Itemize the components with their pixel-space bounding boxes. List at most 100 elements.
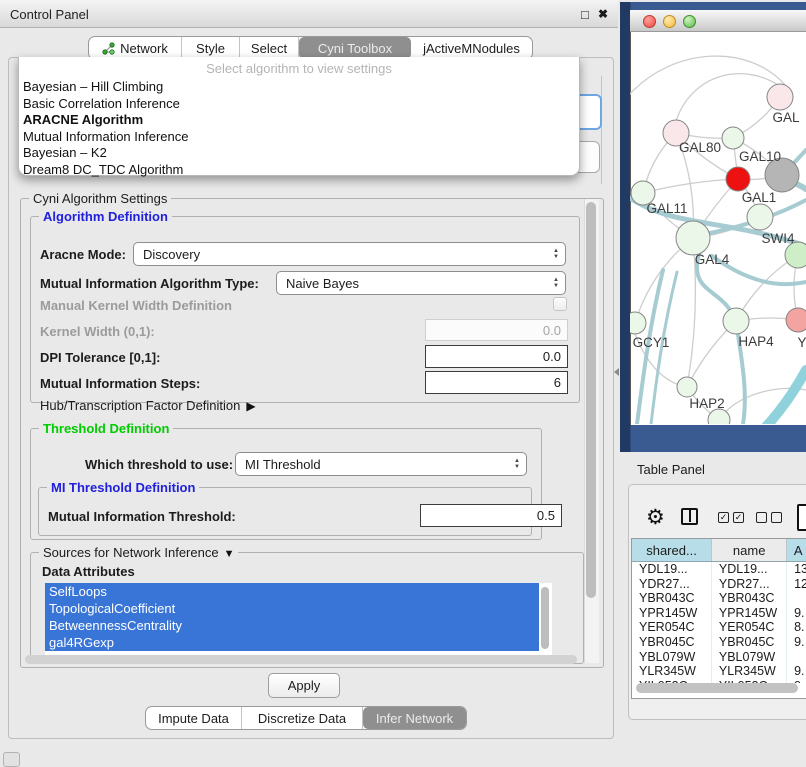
checked-box-icon: [718, 512, 729, 523]
select-all-columns-icon[interactable]: [718, 512, 744, 523]
attribute-item-topologicalcoefficient[interactable]: TopologicalCoefficient: [45, 600, 539, 617]
bottom-tab-label: Infer Network: [376, 711, 453, 726]
table-row[interactable]: YLR345WYLR345W9.: [632, 664, 806, 679]
algorithm-option-bayesian-hill-climbing[interactable]: Bayesian – Hill Climbing: [19, 79, 579, 96]
aracne-mode-select[interactable]: Discovery: [133, 242, 566, 266]
minimize-window-icon[interactable]: [663, 15, 676, 28]
unchecked-box-icon: [756, 512, 767, 523]
algorithm-option-aracne-algorithm[interactable]: ARACNE Algorithm: [19, 112, 579, 129]
table-row[interactable]: YPR145WYPR145W9.: [632, 606, 806, 621]
maximize-window-icon[interactable]: [683, 15, 696, 28]
table-cell: YBR043C: [632, 591, 712, 606]
table-cell: YPR145W: [632, 606, 712, 621]
algorithm-option-bayesian-k2[interactable]: Bayesian – K2: [19, 145, 579, 162]
table-settings-gear-icon[interactable]: [646, 505, 665, 530]
network-node-galtop[interactable]: [767, 84, 793, 110]
table-body: YDL19...YDL19...13YDR27...YDR27...12YBR0…: [632, 562, 806, 683]
close-window-icon[interactable]: [643, 15, 656, 28]
table-cell: YER054C: [632, 620, 712, 635]
groupbox-border-fragment: [601, 76, 602, 184]
network-node-label-gal10: GAL10: [739, 149, 781, 164]
attribute-item-selfloops[interactable]: SelfLoops: [45, 583, 539, 600]
network-node-gcy1[interactable]: [630, 312, 646, 334]
attribute-item-betweennesscentrality[interactable]: BetweennessCentrality: [45, 617, 539, 634]
mi-algorithm-type-label: Mutual Information Algorithm Type:: [40, 276, 259, 291]
table-cell: [787, 591, 806, 606]
tab-label: Cyni Toolbox: [318, 41, 392, 56]
tab-select[interactable]: Select: [240, 37, 299, 59]
network-canvas[interactable]: GALGAL80GAL10GAL1GAL11SWI4GAL4GCY1HAP4YH…: [630, 32, 806, 424]
network-node-label-galtop: GAL: [772, 110, 800, 125]
network-node-y_node[interactable]: [786, 308, 806, 332]
manual-kernel-width-checkbox[interactable]: [553, 297, 567, 311]
tab-jactivemnodules[interactable]: jActiveMNodules: [411, 37, 532, 59]
algorithm-definition-legend: Algorithm Definition: [39, 209, 172, 224]
close-panel-icon[interactable]: ✖: [598, 7, 608, 21]
mi-steps-value: 6: [554, 375, 561, 390]
column-header-name[interactable]: name: [712, 539, 787, 561]
mi-steps-field[interactable]: 6: [425, 371, 568, 394]
table-row[interactable]: YDL19...YDL19...13: [632, 562, 806, 577]
tab-style[interactable]: Style: [182, 37, 240, 59]
network-node-gal1[interactable]: [726, 167, 750, 191]
unselect-all-columns-icon[interactable]: [756, 512, 782, 523]
aracne-mode-label: Aracne Mode:: [40, 247, 126, 262]
hub-transcription-factor-expander[interactable]: Hub/Transcription Factor Definition: [40, 398, 256, 413]
network-node-label-gal4: GAL4: [695, 252, 730, 267]
table-row[interactable]: YBR043CYBR043C: [632, 591, 806, 606]
mi-threshold-field[interactable]: 0.5: [420, 504, 562, 527]
bottom-tab-infer-network[interactable]: Infer Network: [363, 707, 466, 729]
split-table-panel-icon[interactable]: [681, 508, 698, 525]
table-row[interactable]: YDR27...YDR27...12: [632, 577, 806, 592]
network-node-gal10[interactable]: [722, 127, 744, 149]
network-edge: [736, 255, 798, 321]
bottom-tab-discretize-data[interactable]: Discretize Data: [242, 707, 363, 729]
new-table-icon[interactable]: [797, 504, 806, 531]
network-node-swi4[interactable]: [747, 204, 773, 230]
network-node-label-gcy1: GCY1: [633, 335, 670, 350]
sources-expander[interactable]: Sources for Network Inference: [39, 545, 238, 560]
tab-cyni-toolbox[interactable]: Cyni Toolbox: [299, 37, 411, 59]
which-threshold-value: MI Threshold: [245, 457, 321, 472]
network-node-label-gal80: GAL80: [679, 140, 721, 155]
table-row[interactable]: YBR045CYBR045C9.: [632, 635, 806, 650]
mi-algorithm-type-select[interactable]: Naive Bayes: [276, 271, 566, 295]
settings-scrollbar-thumb[interactable]: [586, 202, 596, 598]
data-attributes-list[interactable]: SelfLoopsTopologicalCoefficientBetweenne…: [45, 583, 552, 655]
network-window-titlebar[interactable]: [630, 10, 806, 32]
algorithm-dropdown-list: Bayesian – Hill ClimbingBasic Correlatio…: [19, 79, 579, 179]
network-node-hap4[interactable]: [723, 308, 749, 334]
algorithm-option-dream8-dc-tdc-algorithm[interactable]: Dream8 DC_TDC Algorithm: [19, 162, 579, 179]
checked-box-icon: [733, 512, 744, 523]
which-threshold-select[interactable]: MI Threshold: [235, 452, 527, 476]
table-cell: YLR345W: [632, 664, 712, 679]
dpi-tolerance-value: 0.0: [543, 349, 561, 364]
tab-label: Select: [251, 41, 287, 56]
table-row[interactable]: YER054CYER054C8.: [632, 620, 806, 635]
apply-button[interactable]: Apply: [268, 673, 340, 698]
panel-splitter-arrow-icon[interactable]: [614, 368, 619, 376]
dpi-tolerance-field[interactable]: 0.0: [425, 345, 568, 368]
network-node-gal4[interactable]: [676, 221, 710, 255]
table-cell: YBR045C: [632, 635, 712, 650]
table-hscrollbar-thumb[interactable]: [636, 683, 798, 693]
network-node-label-swi4: SWI4: [761, 231, 794, 246]
mi-steps-label: Mutual Information Steps:: [40, 376, 200, 391]
which-threshold-label: Which threshold to use:: [85, 457, 233, 472]
float-window-icon[interactable]: □: [581, 7, 589, 22]
network-edge: [676, 74, 778, 121]
algorithm-option-basic-correlation-inference[interactable]: Basic Correlation Inference: [19, 96, 579, 113]
attribute-item-gal4rgexp[interactable]: gal4RGexp: [45, 634, 539, 651]
algorithm-option-mutual-information-inference[interactable]: Mutual Information Inference: [19, 129, 579, 146]
minimized-panel-icon[interactable]: [3, 752, 20, 767]
tab-network[interactable]: Network: [89, 37, 182, 59]
column-header-shared[interactable]: shared...: [632, 539, 712, 561]
table-row[interactable]: YBL079WYBL079W: [632, 650, 806, 665]
manual-kernel-width-label: Manual Kernel Width Definition: [40, 298, 232, 313]
attributes-scrollbar-thumb[interactable]: [541, 587, 549, 649]
network-node-hap2[interactable]: [677, 377, 697, 397]
settings-hscrollbar-thumb[interactable]: [25, 655, 577, 664]
network-icon: [102, 42, 115, 55]
column-header-a[interactable]: A: [787, 539, 806, 561]
bottom-tab-impute-data[interactable]: Impute Data: [146, 707, 242, 729]
